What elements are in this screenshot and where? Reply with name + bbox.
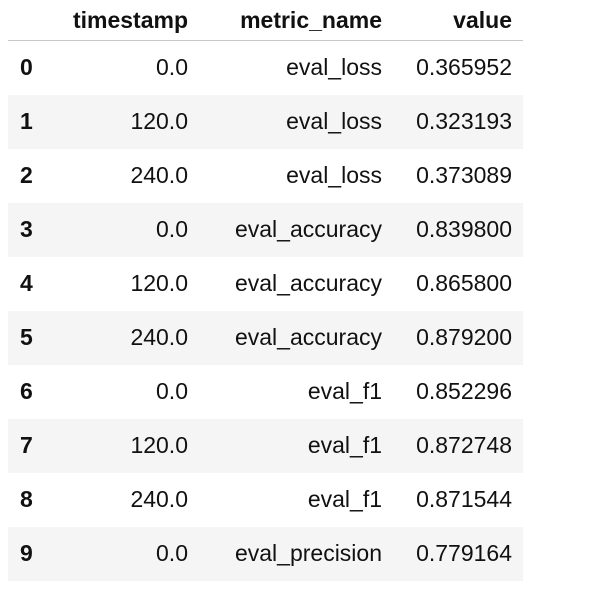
table-row: 5 240.0 eval_accuracy 0.879200 — [8, 310, 523, 365]
table-header: timestamp metric_name value — [8, 0, 523, 41]
index-header — [8, 0, 52, 41]
table-row: 2 240.0 eval_loss 0.373089 — [8, 148, 523, 203]
table-body: 0 0.0 eval_loss 0.365952 1 120.0 eval_lo… — [8, 40, 523, 581]
value-cell: 0.779164 — [416, 540, 512, 566]
value-cell: 0.879200 — [416, 324, 512, 350]
timestamp-cell: 120.0 — [130, 270, 188, 296]
metric-name-header: metric_name — [199, 0, 393, 41]
row-index: 8 — [20, 486, 33, 512]
timestamp-cell: 120.0 — [130, 432, 188, 458]
metric-name-cell: eval_loss — [286, 54, 382, 81]
table-row: 4 120.0 eval_accuracy 0.865800 — [8, 256, 523, 311]
table-row: 9 0.0 eval_precision 0.779164 — [8, 526, 523, 581]
timestamp-cell: 0.0 — [156, 216, 188, 242]
table-row: 6 0.0 eval_f1 0.852296 — [8, 364, 523, 419]
value-cell: 0.865800 — [416, 270, 512, 296]
metric-name-cell: eval_f1 — [307, 486, 382, 512]
metric-name-cell: eval_loss — [286, 108, 382, 134]
table-row: 1 120.0 eval_loss 0.323193 — [8, 94, 523, 149]
timestamp-cell: 240.0 — [130, 162, 188, 188]
value-header: value — [393, 0, 523, 41]
value-cell: 0.871544 — [416, 486, 512, 512]
timestamp-cell: 120.0 — [130, 108, 188, 134]
value-cell: 0.872748 — [416, 432, 512, 458]
row-index: 3 — [20, 216, 33, 242]
value-cell: 0.373089 — [416, 162, 512, 188]
row-index: 4 — [20, 270, 33, 296]
value-cell: 0.365952 — [416, 54, 512, 81]
timestamp-header: timestamp — [52, 0, 199, 41]
dataframe-table: timestamp metric_name value 0 0.0 eval_l… — [8, 0, 523, 581]
row-index: 1 — [20, 108, 33, 134]
header-row: timestamp metric_name value — [8, 0, 523, 41]
dataframe-output: timestamp metric_name value 0 0.0 eval_l… — [0, 0, 594, 616]
timestamp-cell: 240.0 — [130, 324, 188, 350]
metric-name-cell: eval_accuracy — [234, 216, 382, 242]
row-index: 2 — [20, 162, 33, 188]
row-index: 9 — [20, 540, 33, 566]
value-cell: 0.852296 — [416, 378, 512, 404]
metric-name-cell: eval_precision — [234, 540, 382, 566]
value-cell: 0.839800 — [416, 216, 512, 242]
metric-name-cell: eval_accuracy — [234, 270, 382, 296]
table-row: 0 0.0 eval_loss 0.365952 — [8, 40, 523, 95]
table-row: 3 0.0 eval_accuracy 0.839800 — [8, 202, 523, 257]
row-index: 0 — [20, 54, 33, 81]
table-row: 7 120.0 eval_f1 0.872748 — [8, 418, 523, 473]
value-cell: 0.323193 — [416, 108, 512, 134]
timestamp-cell: 240.0 — [130, 486, 188, 512]
metric-name-cell: eval_f1 — [307, 432, 382, 458]
row-index: 7 — [20, 432, 33, 458]
metric-name-cell: eval_accuracy — [234, 324, 382, 350]
row-index: 6 — [20, 378, 33, 404]
row-index: 5 — [20, 324, 33, 350]
timestamp-cell: 0.0 — [156, 54, 188, 81]
metric-name-cell: eval_f1 — [307, 378, 382, 404]
timestamp-cell: 0.0 — [156, 378, 188, 404]
timestamp-cell: 0.0 — [156, 540, 188, 566]
metric-name-cell: eval_loss — [286, 162, 382, 188]
table-row: 8 240.0 eval_f1 0.871544 — [8, 472, 523, 527]
